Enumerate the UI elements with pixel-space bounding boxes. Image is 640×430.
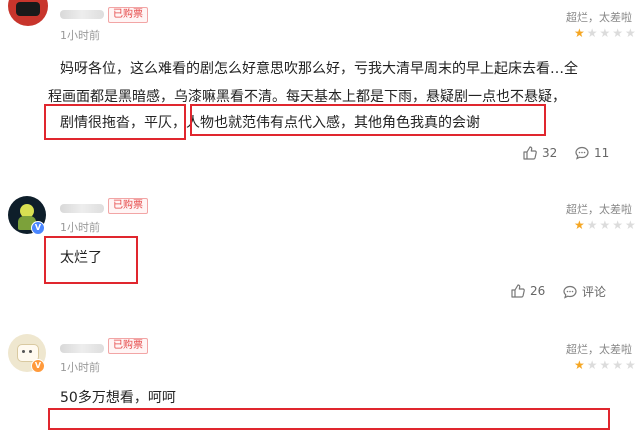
rating-stars: ★★★★★ (574, 358, 638, 372)
purchased-badge: 已购票 (108, 338, 148, 354)
thumbs-up-icon (522, 145, 538, 161)
like-button[interactable]: 32 (522, 145, 557, 161)
comment-text-line: 妈呀各位，这么难看的剧怎么好意思吹那么好，亏我大清早周末的早上起床去看…全 (60, 61, 578, 77)
avatar[interactable] (8, 0, 48, 26)
reply-label: 评论 (582, 285, 607, 299)
comment-text-line: 太烂了 (60, 250, 102, 266)
like-count: 32 (542, 146, 558, 160)
rating-stars: ★★★★★ (574, 26, 638, 40)
reply-button[interactable]: 11 (574, 145, 609, 161)
verified-icon: V (31, 221, 45, 235)
star-empty-icon: ★★★★ (586, 26, 638, 40)
thumbs-up-icon (510, 283, 526, 299)
comment-text-line: 50多万想看，呵呵 (60, 390, 176, 406)
comment-time: 1小时前 (60, 361, 100, 374)
verified-icon: V (31, 359, 45, 373)
star-half-icon: ★ (574, 26, 587, 40)
username-blurred[interactable] (60, 10, 104, 19)
comment-text-line: 剧情很拖沓，平仄，人物也就范伟有点代入感，其他角色我真的会谢 (60, 115, 480, 131)
rating-label: 超烂，太差啦 (566, 203, 632, 216)
reply-button[interactable]: 评论 (562, 283, 606, 300)
reply-count: 11 (594, 146, 610, 160)
comment-time: 1小时前 (60, 221, 100, 234)
star-half-icon: ★ (574, 218, 587, 232)
like-button[interactable]: 26 (510, 283, 545, 299)
username-blurred[interactable] (60, 204, 104, 213)
purchased-badge: 已购票 (108, 7, 148, 23)
rating-label: 超烂，太差啦 (566, 343, 632, 356)
star-empty-icon: ★★★★ (586, 358, 638, 372)
comment-bubble-icon (574, 145, 590, 161)
like-count: 26 (530, 284, 546, 298)
star-empty-icon: ★★★★ (586, 218, 638, 232)
highlight-box (48, 408, 610, 430)
comment-time: 1小时前 (60, 29, 100, 42)
rating-label: 超烂，太差啦 (566, 11, 632, 24)
rating-stars: ★★★★★ (574, 218, 638, 232)
purchased-badge: 已购票 (108, 198, 148, 214)
comment-bubble-icon (562, 284, 578, 300)
username-blurred[interactable] (60, 344, 104, 353)
star-full-icon: ★ (574, 358, 587, 372)
comment-text-line: 程画面都是黑暗感，乌漆嘛黑看不清。每天基本上都是下雨，悬疑剧一点也不悬疑， (48, 89, 566, 105)
